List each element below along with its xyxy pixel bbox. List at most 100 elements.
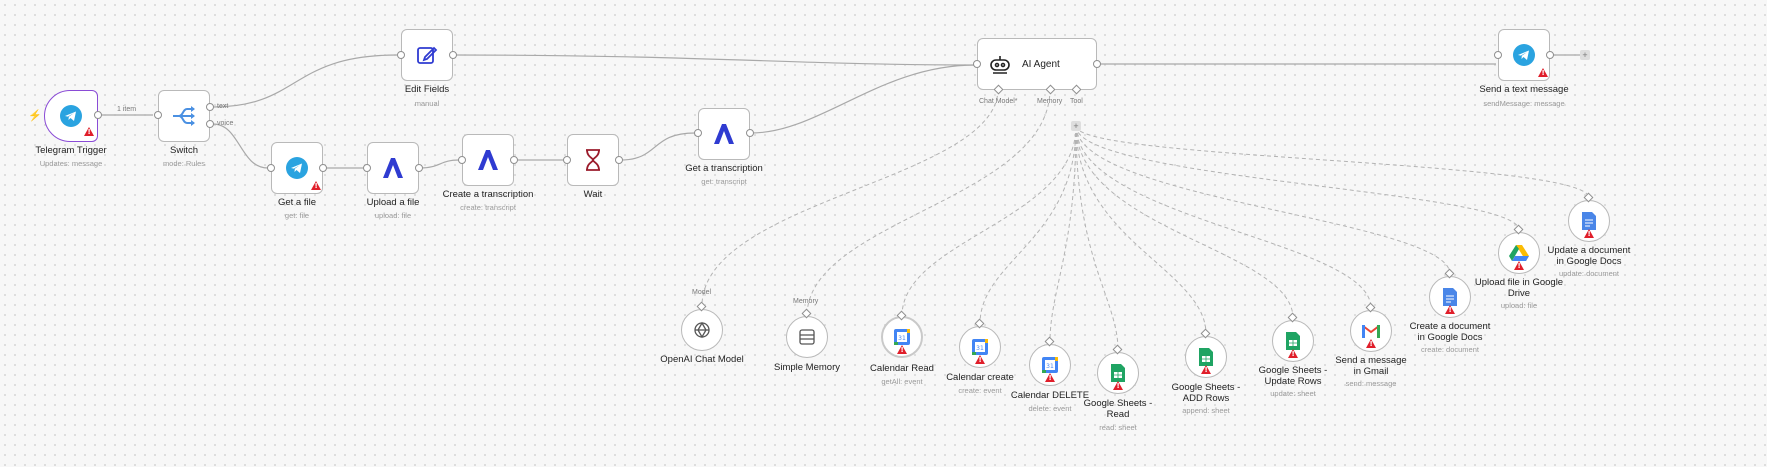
- node-title: Create a document in Google Docs: [1409, 321, 1491, 343]
- dash-tool-sheets-add: [1075, 125, 1207, 335]
- warning-icon: [897, 345, 907, 354]
- output-handle[interactable]: [449, 51, 457, 59]
- dash-tool-sheets-read: [1075, 125, 1119, 351]
- switch-branch-icon: [173, 106, 195, 126]
- node-title: Send a text message: [1479, 84, 1569, 95]
- node-subtitle: mode: Rules: [162, 159, 206, 168]
- google-calendar-icon: 31: [894, 329, 910, 345]
- edit-fields-node[interactable]: [401, 29, 453, 81]
- svg-text:31: 31: [898, 335, 906, 342]
- output-handle[interactable]: [1546, 51, 1554, 59]
- warning-icon: [1045, 373, 1055, 382]
- upload-file-node[interactable]: [367, 142, 419, 194]
- pencil-edit-icon: [417, 46, 438, 64]
- edge-edit-agent: [454, 54, 976, 66]
- memory-port-label: Memory: [793, 298, 819, 305]
- google-docs-icon: [1582, 212, 1596, 230]
- telegram-icon: [286, 157, 308, 179]
- node-title: Upload file in Google Drive: [1474, 277, 1564, 299]
- dash-tool-cal-delete: [1049, 125, 1077, 343]
- database-icon: [799, 329, 815, 345]
- output-handle[interactable]: [1093, 60, 1101, 68]
- node-subtitle: create: document: [1421, 345, 1479, 354]
- node-title: Update a document in Google Docs: [1547, 245, 1631, 267]
- warning-icon: [1584, 229, 1594, 238]
- node-subtitle: get: transcript: [701, 177, 747, 186]
- input-handle[interactable]: [563, 156, 571, 164]
- dash-tool-drive: [1075, 125, 1520, 231]
- output-handle[interactable]: [319, 164, 327, 172]
- google-calendar-icon: 31: [972, 339, 988, 355]
- add-node-button[interactable]: +: [1580, 50, 1590, 60]
- dash-tool-docs-update: [1075, 125, 1590, 199]
- output-handle[interactable]: [94, 111, 102, 119]
- create-transcription-node[interactable]: [462, 134, 514, 186]
- get-transcription-node[interactable]: [698, 108, 750, 160]
- add-tool-button[interactable]: +: [1071, 121, 1081, 131]
- model-port-label: Model: [692, 289, 712, 296]
- input-handle[interactable]: [397, 51, 405, 59]
- output-handle-voice[interactable]: [206, 120, 214, 128]
- google-sheets-icon: [1111, 364, 1125, 382]
- node-subtitle: create: transcript: [460, 203, 516, 212]
- node-title: Calendar create: [946, 372, 1014, 383]
- memory-port-label: Memory: [1037, 98, 1063, 105]
- input-handle[interactable]: [267, 164, 275, 172]
- trigger-bolt-icon: ⚡: [28, 110, 42, 122]
- dash-tool-gmail: [1075, 125, 1372, 309]
- node-subtitle: send: message: [1345, 379, 1397, 388]
- node-subtitle: update: document: [1558, 269, 1620, 278]
- wait-node[interactable]: [567, 134, 619, 186]
- switch-output-label-text: text: [217, 103, 229, 110]
- edge-gettrans-agent: [750, 64, 976, 134]
- input-handle[interactable]: [363, 164, 371, 172]
- warning-icon: [1201, 365, 1211, 374]
- output-handle[interactable]: [415, 164, 423, 172]
- assemblyai-icon: [478, 150, 498, 170]
- warning-icon: [975, 355, 985, 364]
- input-handle[interactable]: [458, 156, 466, 164]
- output-handle[interactable]: [510, 156, 518, 164]
- svg-text:31: 31: [976, 345, 984, 352]
- warning-icon: [1538, 68, 1548, 77]
- input-handle[interactable]: [154, 111, 162, 119]
- google-calendar-icon: 31: [1042, 357, 1058, 373]
- google-sheets-icon: [1199, 348, 1213, 366]
- node-subtitle: upload: file: [1500, 301, 1538, 310]
- switch-output-label-voice: voice: [217, 120, 234, 127]
- output-handle[interactable]: [615, 156, 623, 164]
- openai-icon: [694, 321, 710, 339]
- node-subtitle: sendMessage: message: [1483, 99, 1565, 108]
- node-title: Get a transcription: [685, 163, 763, 174]
- openai-chat-model-node[interactable]: [681, 309, 723, 351]
- node-subtitle: manual: [414, 99, 440, 108]
- output-handle[interactable]: [746, 129, 754, 137]
- telegram-icon: [1513, 44, 1535, 66]
- ai-agent-node[interactable]: AI Agent: [977, 38, 1097, 90]
- chat-model-port-label: Chat Model*: [979, 98, 1018, 105]
- tool-port-label: Tool: [1070, 98, 1083, 105]
- node-subtitle: read: sheet: [1099, 423, 1137, 432]
- edge-wait-gettrans: [619, 132, 696, 161]
- warning-icon: [1113, 381, 1123, 390]
- input-handle[interactable]: [973, 60, 981, 68]
- node-subtitle: update: sheet: [1270, 389, 1316, 398]
- edge-item-count: 1 item: [117, 106, 137, 113]
- node-title: Send a message in Gmail: [1335, 355, 1407, 377]
- warning-icon: [1514, 261, 1524, 270]
- output-handle-text[interactable]: [206, 103, 214, 111]
- node-title: AI Agent: [1022, 58, 1060, 70]
- google-sheets-icon: [1286, 332, 1300, 350]
- input-handle[interactable]: [1494, 51, 1502, 59]
- edge-upload-create: [419, 159, 460, 169]
- node-title: Wait: [583, 189, 603, 200]
- simple-memory-node[interactable]: [786, 316, 828, 358]
- robot-icon: [990, 56, 1010, 74]
- input-handle[interactable]: [694, 129, 702, 137]
- switch-node[interactable]: [158, 90, 210, 142]
- node-subtitle: append: sheet: [1182, 406, 1230, 415]
- telegram-icon: [60, 105, 82, 127]
- svg-text:31: 31: [1046, 363, 1054, 370]
- warning-icon: [1445, 305, 1455, 314]
- warning-icon: [1288, 349, 1298, 358]
